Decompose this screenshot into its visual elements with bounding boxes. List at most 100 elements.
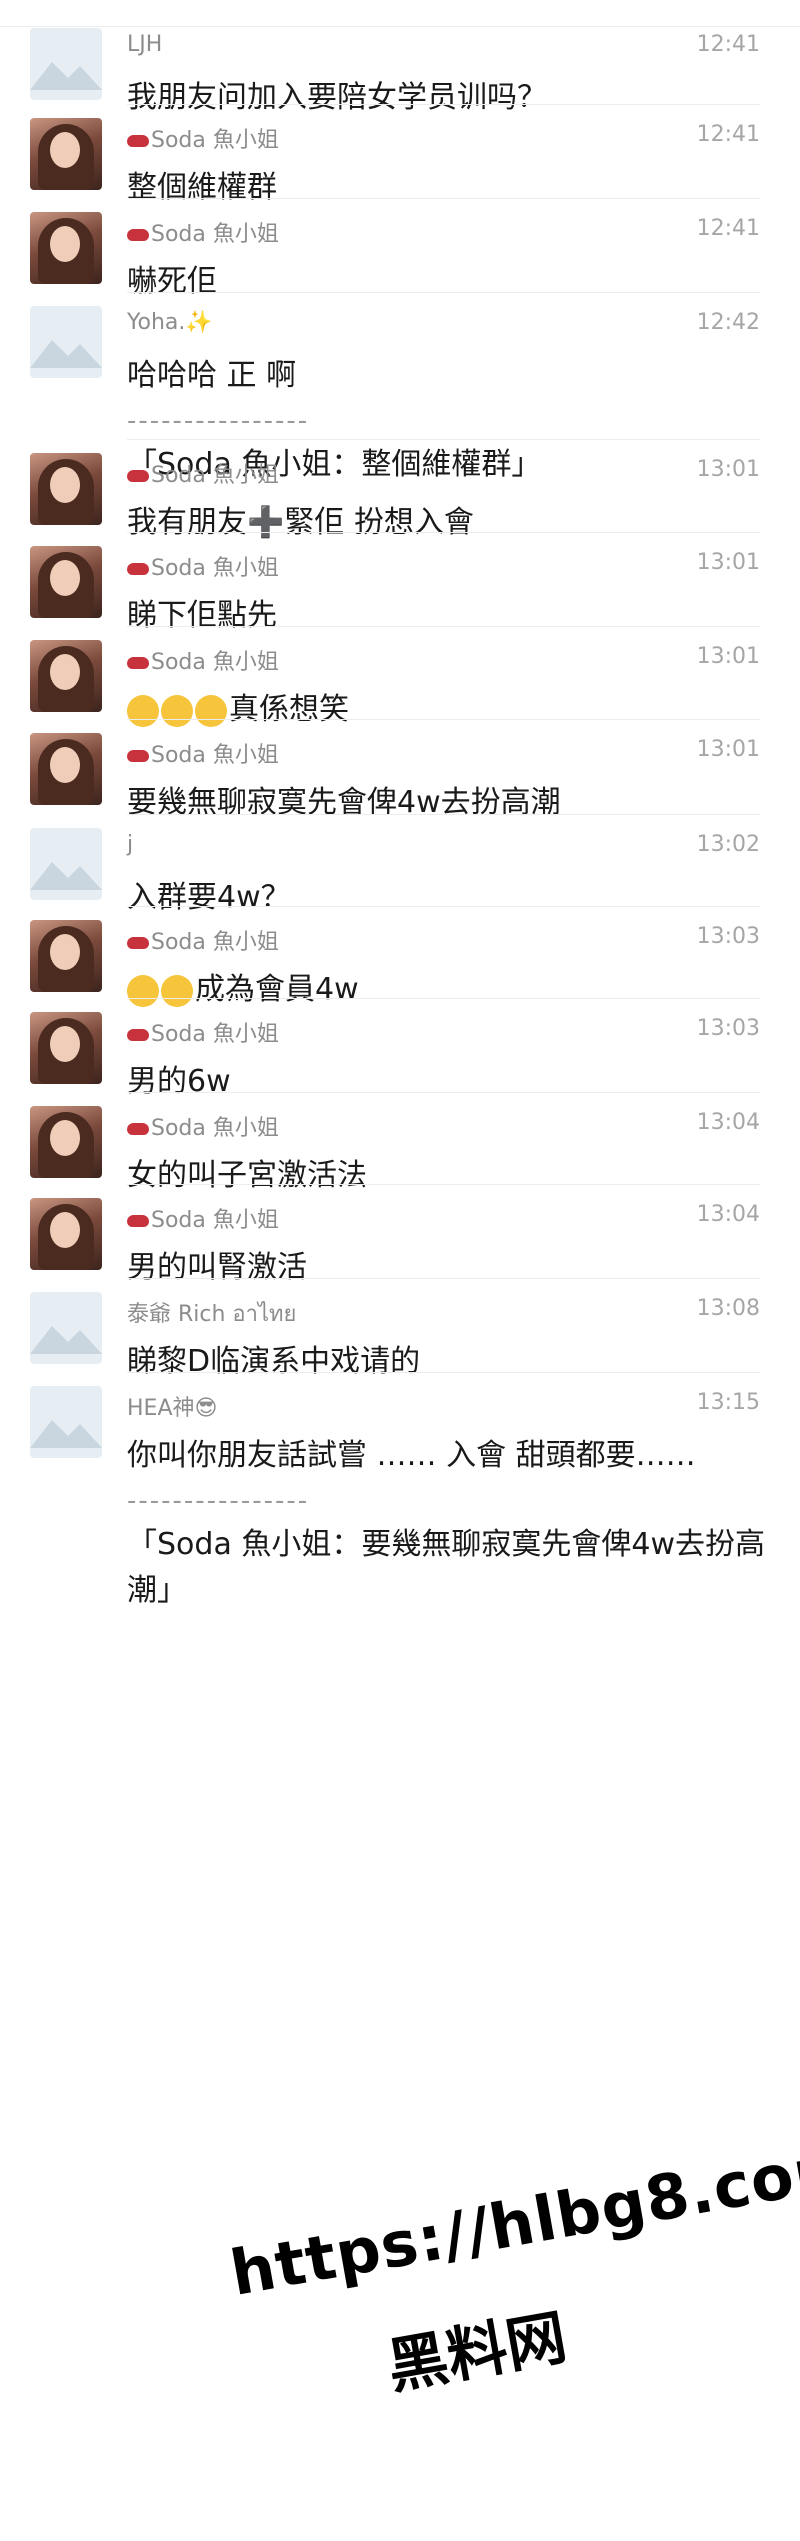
message-text: 成為會員4w <box>127 968 757 1012</box>
top-bar <box>0 0 800 27</box>
message-time: 13:15 <box>696 1390 760 1415</box>
sender-name: j <box>127 832 134 857</box>
message-time: 13:01 <box>696 550 760 575</box>
lips-icon <box>127 1029 149 1041</box>
sender-name: Soda 魚小姐 <box>127 1202 279 1234</box>
quote-separator: ---------------- <box>127 406 310 436</box>
message-time: 12:41 <box>696 216 760 241</box>
laughing-emoji-icon <box>161 974 193 1007</box>
message-body: 入群要4w？ <box>127 880 291 915</box>
watermark-site-name: 黑料网 <box>382 2302 572 2403</box>
message-body: 成為會員4w <box>195 972 359 1007</box>
message-time: 13:02 <box>696 832 760 857</box>
sender-name: Yoha.✨ <box>127 310 213 335</box>
avatar[interactable] <box>30 828 102 900</box>
message-time: 13:01 <box>696 457 760 482</box>
quoted-message[interactable]: 「Soda 魚小姐：要幾無聊寂寞先會俾4w去扮高潮」 <box>127 1522 777 1614</box>
avatar[interactable] <box>30 1198 102 1270</box>
message-text: 哈哈哈 正 啊 <box>127 354 757 398</box>
laughing-emoji-icon <box>161 694 193 727</box>
message-text: 睇黎D临演系中戏请的 <box>127 1340 757 1384</box>
sender-name: Soda 魚小姐 <box>127 457 279 489</box>
avatar[interactable] <box>30 1106 102 1178</box>
avatar[interactable] <box>30 212 102 284</box>
laughing-emoji-icon <box>195 694 227 727</box>
sender-name: LJH <box>127 32 163 57</box>
message-divider <box>127 1372 760 1373</box>
message-text: 入群要4w？ <box>127 876 757 920</box>
avatar[interactable] <box>30 453 102 525</box>
avatar[interactable] <box>30 1012 102 1084</box>
avatar[interactable] <box>30 306 102 378</box>
message-body: 男的叫腎激活 <box>127 1250 307 1285</box>
lips-icon <box>127 937 149 949</box>
message-divider <box>127 1278 760 1279</box>
message-divider <box>127 906 760 907</box>
message-text: 我朋友问加入要陪女学员训吗？ <box>127 76 757 120</box>
avatar[interactable] <box>30 1386 102 1458</box>
lips-icon <box>127 135 149 147</box>
laughing-emoji-icon <box>127 694 159 727</box>
avatar[interactable] <box>30 733 102 805</box>
message-text: 男的6w <box>127 1060 757 1104</box>
message-body: 你叫你朋友話試嘗 …… 入會 甜頭都要…… <box>127 1438 696 1473</box>
message-text: 整個維權群 <box>127 166 757 210</box>
message-time: 12:41 <box>696 122 760 147</box>
sender-name: HEA神😎 <box>127 1396 218 1421</box>
laughing-emoji-icon <box>127 974 159 1007</box>
message-body: 我朋友问加入要陪女学员训吗？ <box>127 80 547 115</box>
message-body: 整個維權群 <box>127 170 277 205</box>
message-time: 12:42 <box>696 310 760 335</box>
message-divider <box>127 719 760 720</box>
lips-icon <box>127 1123 149 1135</box>
message-time: 13:03 <box>696 924 760 949</box>
message-body: 女的叫子宮激活法 <box>127 1158 367 1193</box>
avatar[interactable] <box>30 28 102 100</box>
message-divider <box>127 198 760 199</box>
message-time: 13:08 <box>696 1296 760 1321</box>
avatar[interactable] <box>30 546 102 618</box>
message-text: 睇下佢點先 <box>127 594 757 638</box>
sender-name: Soda 魚小姐 <box>127 1110 279 1142</box>
message-text: 要幾無聊寂寞先會俾4w去扮高潮 <box>127 781 757 825</box>
lips-icon <box>127 470 149 482</box>
message-body: 睇黎D临演系中戏请的 <box>127 1344 421 1379</box>
watermark-url: https://hlbg8.com <box>225 2127 800 2310</box>
quote-separator: ---------------- <box>127 1486 310 1516</box>
sender-name: Soda 魚小姐 <box>127 122 279 154</box>
lips-icon <box>127 657 149 669</box>
message-body: 男的6w <box>127 1064 231 1099</box>
lips-icon <box>127 563 149 575</box>
message-body: 哈哈哈 正 啊 <box>127 358 297 393</box>
message-divider <box>127 439 760 440</box>
message-text: 真係想笑 <box>127 688 757 732</box>
message-text: 你叫你朋友話試嘗 …… 入會 甜頭都要…… <box>127 1434 757 1478</box>
avatar[interactable] <box>30 920 102 992</box>
message-text: 男的叫腎激活 <box>127 1246 757 1290</box>
lips-icon <box>127 750 149 762</box>
message-text: 我有朋友➕緊佢 扮想入會 <box>127 501 757 545</box>
lips-icon <box>127 229 149 241</box>
message-text: 嚇死佢 <box>127 260 757 304</box>
message-divider <box>127 104 760 105</box>
sender-name: Soda 魚小姐 <box>127 550 279 582</box>
avatar[interactable] <box>30 640 102 712</box>
message-divider <box>127 532 760 533</box>
lips-icon <box>127 1215 149 1227</box>
message-body: 嚇死佢 <box>127 264 217 299</box>
sender-name: Soda 魚小姐 <box>127 216 279 248</box>
sender-name: Soda 魚小姐 <box>127 924 279 956</box>
message-divider <box>127 626 760 627</box>
message-time: 13:03 <box>696 1016 760 1041</box>
message-time: 13:01 <box>696 644 760 669</box>
message-time: 13:04 <box>696 1202 760 1227</box>
message-divider <box>127 998 760 999</box>
message-divider <box>127 292 760 293</box>
message-time: 13:04 <box>696 1110 760 1135</box>
avatar[interactable] <box>30 118 102 190</box>
message-time: 12:41 <box>696 32 760 57</box>
message-divider <box>127 1184 760 1185</box>
avatar[interactable] <box>30 1292 102 1364</box>
message-divider <box>127 814 760 815</box>
sender-name: Soda 魚小姐 <box>127 737 279 769</box>
